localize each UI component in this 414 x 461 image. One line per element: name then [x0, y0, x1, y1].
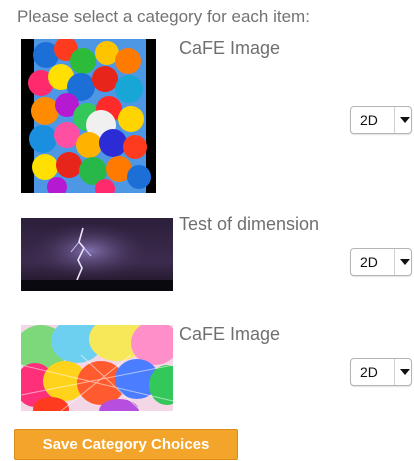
select-divider: [394, 359, 395, 385]
lightning-image: [21, 218, 173, 291]
chevron-down-icon: [400, 259, 410, 265]
category-select-value: 2D: [360, 254, 378, 270]
save-category-choices-button[interactable]: Save Category Choices: [14, 429, 238, 460]
select-divider: [394, 107, 395, 133]
category-prompt: Please select a category for each item:: [17, 7, 310, 26]
category-select[interactable]: 2D: [350, 358, 412, 386]
select-divider: [394, 249, 395, 275]
item-title: Test of dimension: [179, 214, 320, 234]
item-title: CaFE Image: [179, 324, 281, 344]
category-select-value: 2D: [360, 364, 378, 380]
chevron-down-icon: [400, 369, 410, 375]
item-title: CaFE Image: [179, 38, 281, 58]
balloons-image: [21, 325, 173, 411]
category-select-value: 2D: [360, 112, 378, 128]
category-select[interactable]: 2D: [350, 106, 412, 134]
balloons-image: [21, 39, 156, 193]
category-select[interactable]: 2D: [350, 248, 412, 276]
chevron-down-icon: [400, 117, 410, 123]
